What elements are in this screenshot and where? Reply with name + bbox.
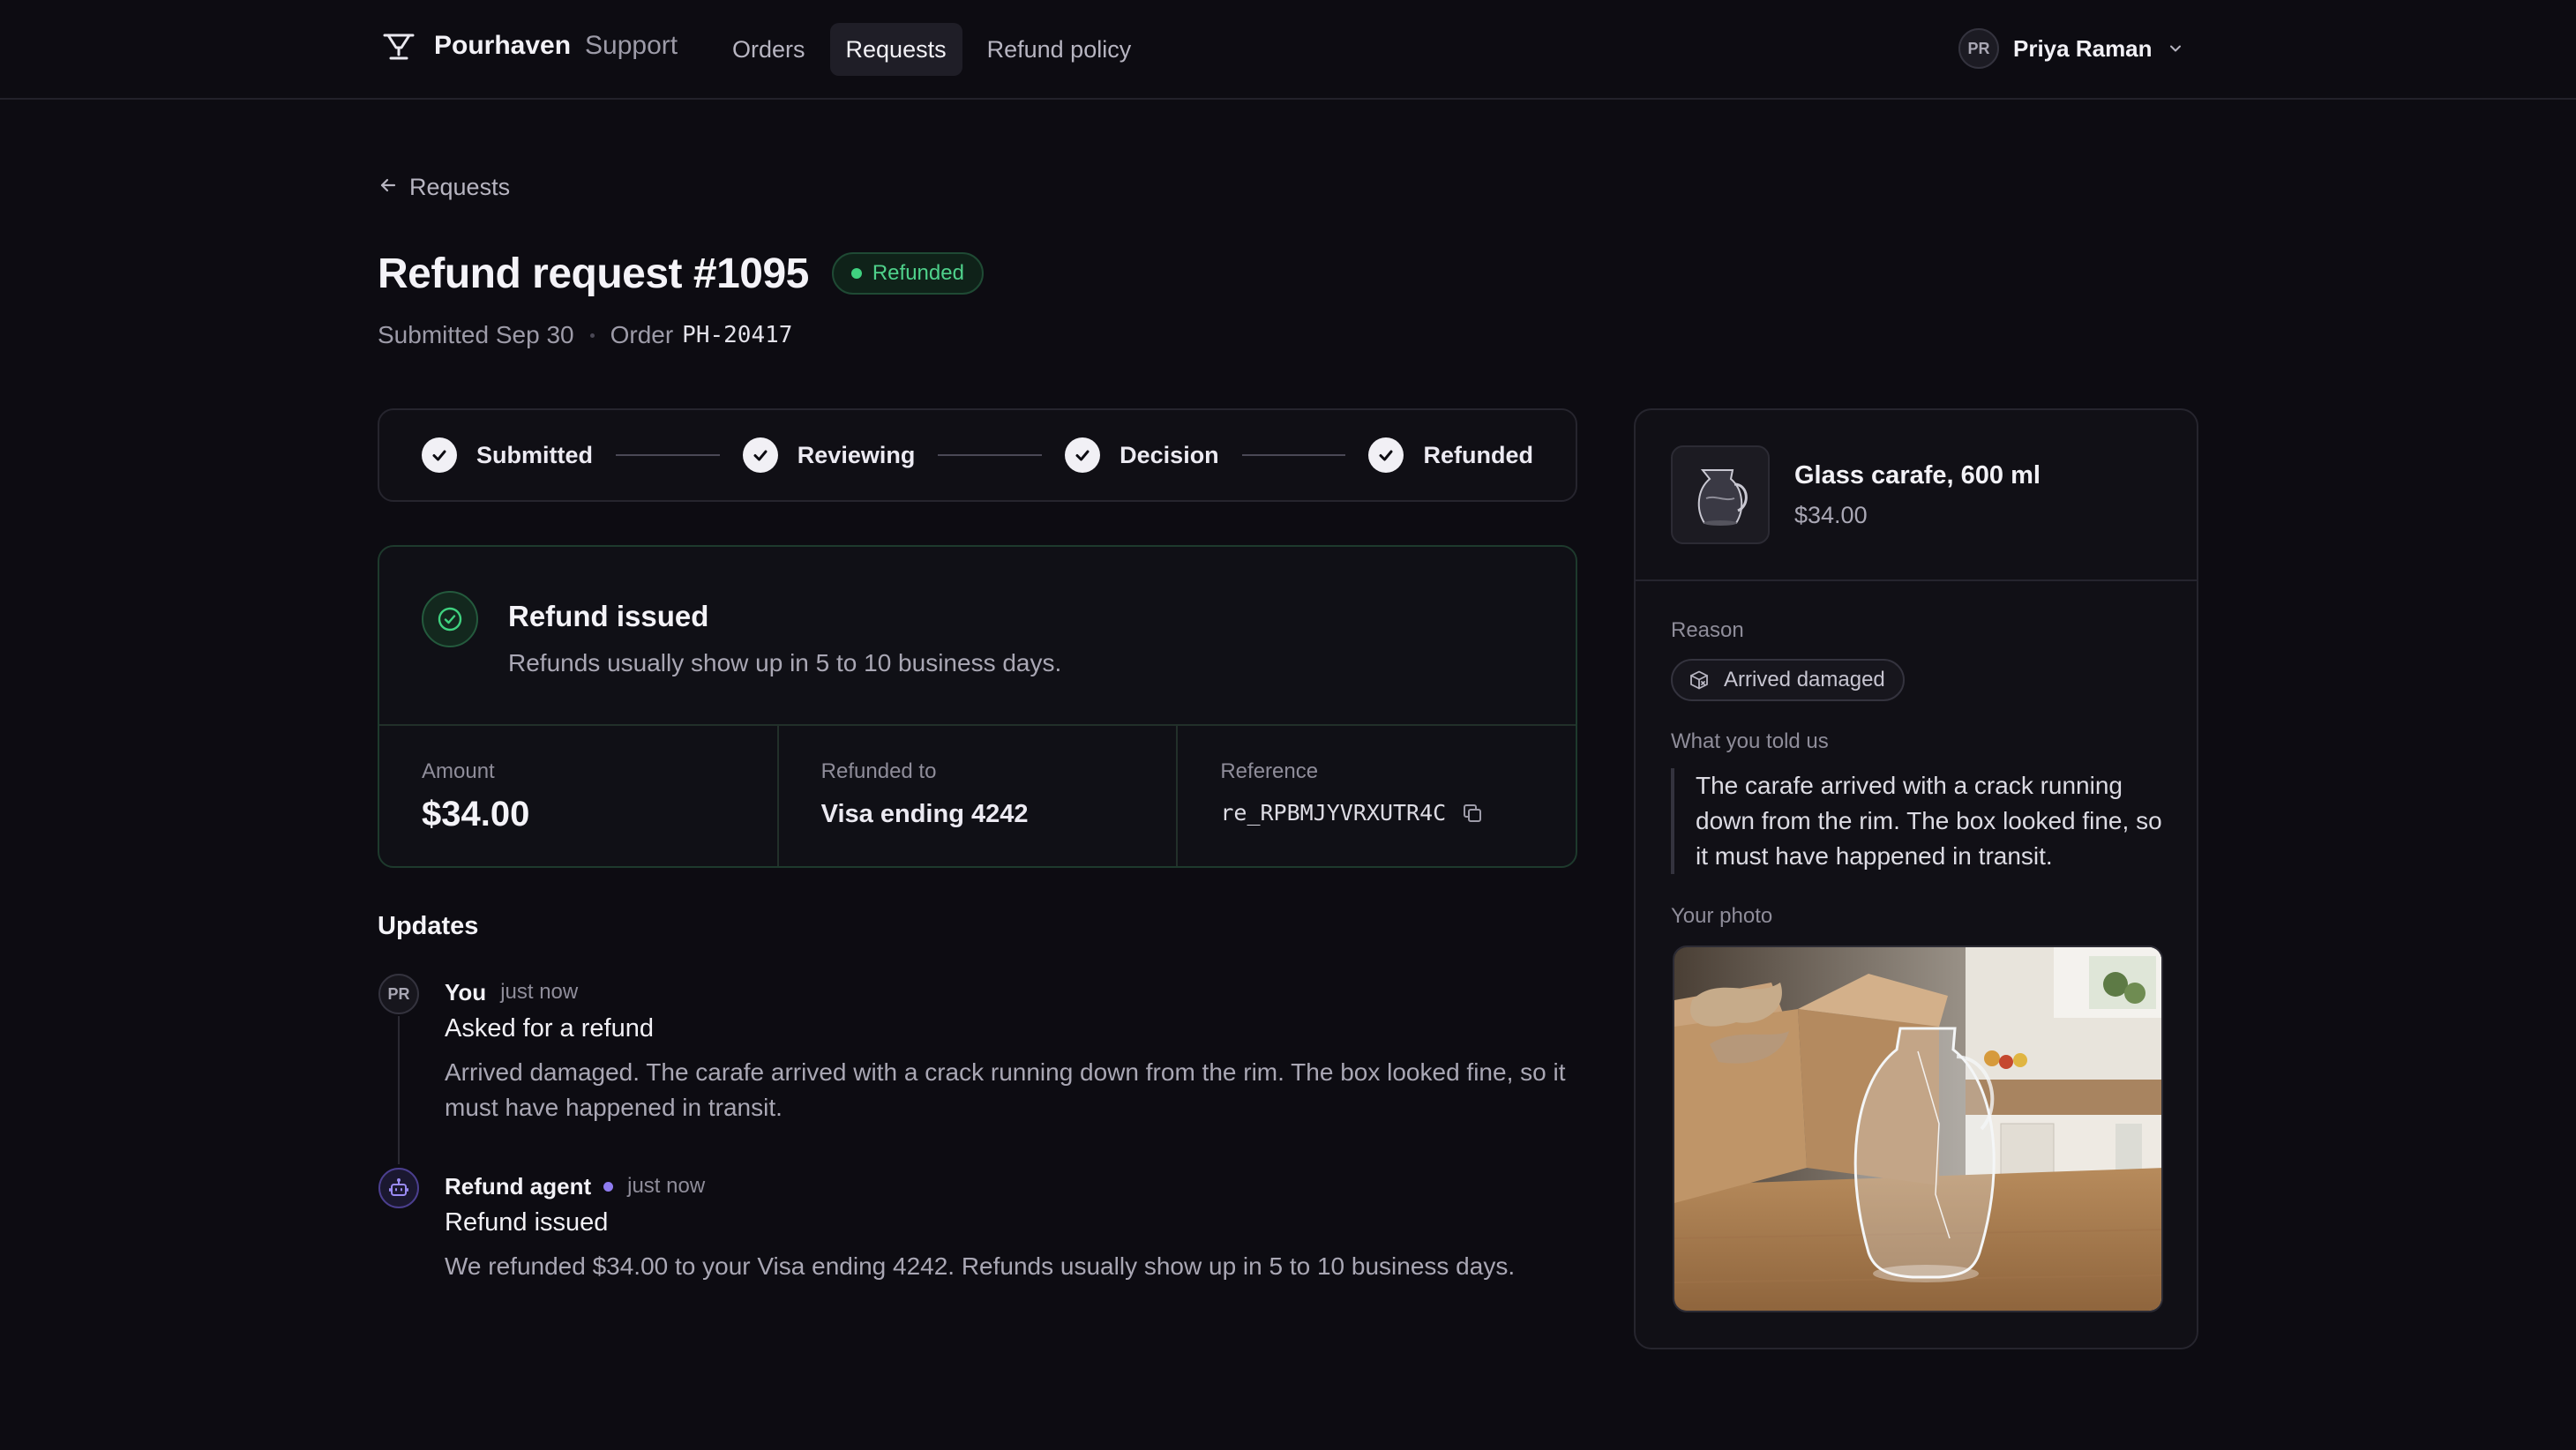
check-circle-icon xyxy=(422,591,478,647)
nav-requests[interactable]: Requests xyxy=(829,23,962,76)
refund-title: Refund issued xyxy=(508,600,709,632)
product-row: Glass carafe, 600 ml $34.00 xyxy=(1636,410,2197,581)
update-time: just now xyxy=(500,980,579,1004)
order-label: Order xyxy=(610,321,674,348)
damaged-box-icon xyxy=(1689,669,1711,691)
nav-orders[interactable]: Orders xyxy=(716,23,821,76)
reason-label: Reason xyxy=(1671,618,1744,642)
update-title: Asked for a refund xyxy=(445,1014,654,1043)
refunded-to-label: Refunded to xyxy=(820,759,937,783)
updates-heading: Updates xyxy=(378,912,479,940)
request-meta: Submitted Sep 30 Order PH-20417 xyxy=(378,318,792,353)
amount-value: $34.00 xyxy=(422,795,530,833)
check-icon xyxy=(422,437,457,473)
refunded-to-value: Visa ending 4242 xyxy=(820,800,1029,828)
update-title: Refund issued xyxy=(445,1208,609,1237)
submitted-date: Submitted Sep 30 xyxy=(378,321,574,348)
avatar: PR xyxy=(378,974,419,1014)
brand-name: Pourhaven xyxy=(434,31,572,60)
step-label: Decision xyxy=(1120,441,1219,468)
update-body: Arrived damaged. The carafe arrived with… xyxy=(445,1058,1566,1121)
arrow-left-icon xyxy=(378,175,399,200)
product-thumbnail xyxy=(1671,445,1770,544)
customer-quote: The carafe arrived with a crack running … xyxy=(1671,768,2165,874)
brand[interactable]: Pourhaven Support xyxy=(379,26,678,65)
check-icon xyxy=(1368,437,1404,473)
reference-label: Reference xyxy=(1220,759,1319,783)
page-title: Refund request #1095 xyxy=(378,250,809,297)
back-link[interactable]: Requests xyxy=(378,169,510,205)
brand-subtitle: Support xyxy=(585,31,678,60)
chevron-down-icon xyxy=(2167,38,2188,59)
amount-label: Amount xyxy=(422,759,495,783)
reason-value: Arrived damaged xyxy=(1724,668,1885,691)
copy-icon[interactable] xyxy=(1460,801,1485,826)
nav-refund-policy[interactable]: Refund policy xyxy=(971,23,1148,76)
update-author: You xyxy=(445,978,487,1005)
refunded-to-cell: Refunded to Visa ending 4242 xyxy=(779,726,1179,866)
step-connector xyxy=(616,454,720,456)
title-row: Refund request #1095 Refunded xyxy=(378,245,984,302)
reference-cell: Reference re_RPBMJYVRXUTR4C xyxy=(1178,726,1576,866)
reference-code: re_RPBMJYVRXUTR4C xyxy=(1220,800,1447,826)
step-label: Submitted xyxy=(476,441,593,468)
reason-chip: Arrived damaged xyxy=(1671,659,1905,701)
update-time: just now xyxy=(627,1174,706,1198)
refund-summary: Refund issued Refunds usually show up in… xyxy=(379,547,1576,726)
refund-details: Amount $34.00 Refunded to Visa ending 42… xyxy=(379,726,1576,866)
update-author: Refund agent xyxy=(445,1172,592,1200)
update-body: We refunded $34.00 to your Visa ending 4… xyxy=(445,1252,1516,1280)
step-connector xyxy=(1241,454,1346,456)
top-bar: Pourhaven Support Orders Requests Refund… xyxy=(0,0,2576,100)
step-refunded: Refunded xyxy=(1368,437,1533,473)
status-dot xyxy=(850,268,862,279)
step-reviewing: Reviewing xyxy=(742,437,916,473)
check-icon xyxy=(742,437,778,473)
status-badge: Refunded xyxy=(831,252,984,295)
back-link-label: Requests xyxy=(409,173,511,200)
refund-subtitle: Refunds usually show up in 5 to 10 busin… xyxy=(508,649,1062,676)
user-menu[interactable]: PR Priya Raman xyxy=(1958,27,2188,70)
step-label: Reviewing xyxy=(797,441,916,468)
refund-issued-card: Refund issued Refunds usually show up in… xyxy=(378,545,1577,868)
product-price: $34.00 xyxy=(1794,502,1868,528)
progress-stepper: Submitted Reviewing Decision Refunded xyxy=(378,408,1577,502)
photo-label: Your photo xyxy=(1671,904,1773,928)
request-details-panel: Glass carafe, 600 ml $34.00 Reason Arriv… xyxy=(1634,408,2198,1349)
check-icon xyxy=(1065,437,1101,473)
status-badge-label: Refunded xyxy=(872,261,964,285)
step-label: Refunded xyxy=(1423,441,1533,468)
told-label: What you told us xyxy=(1671,729,1829,753)
agent-indicator-dot xyxy=(603,1181,614,1192)
meta-separator xyxy=(589,333,595,338)
amount-cell: Amount $34.00 xyxy=(379,726,779,866)
reference-row: re_RPBMJYVRXUTR4C xyxy=(1220,800,1485,826)
update-header: You just now xyxy=(445,976,578,1008)
product-name: Glass carafe, 600 ml xyxy=(1794,461,2041,490)
order-code: PH-20417 xyxy=(682,322,793,348)
step-decision: Decision xyxy=(1065,437,1219,473)
step-connector xyxy=(938,454,1043,456)
pour-over-logo-icon xyxy=(379,26,418,65)
main-nav: Orders Requests Refund policy xyxy=(716,23,1147,76)
customer-photo[interactable] xyxy=(1673,945,2163,1312)
update-header: Refund agent just now xyxy=(445,1170,705,1202)
avatar: PR xyxy=(1958,28,1999,69)
timeline-connector xyxy=(398,1016,400,1164)
bot-icon xyxy=(378,1168,419,1208)
user-name: Priya Raman xyxy=(2013,34,2153,62)
step-submitted: Submitted xyxy=(422,437,593,473)
